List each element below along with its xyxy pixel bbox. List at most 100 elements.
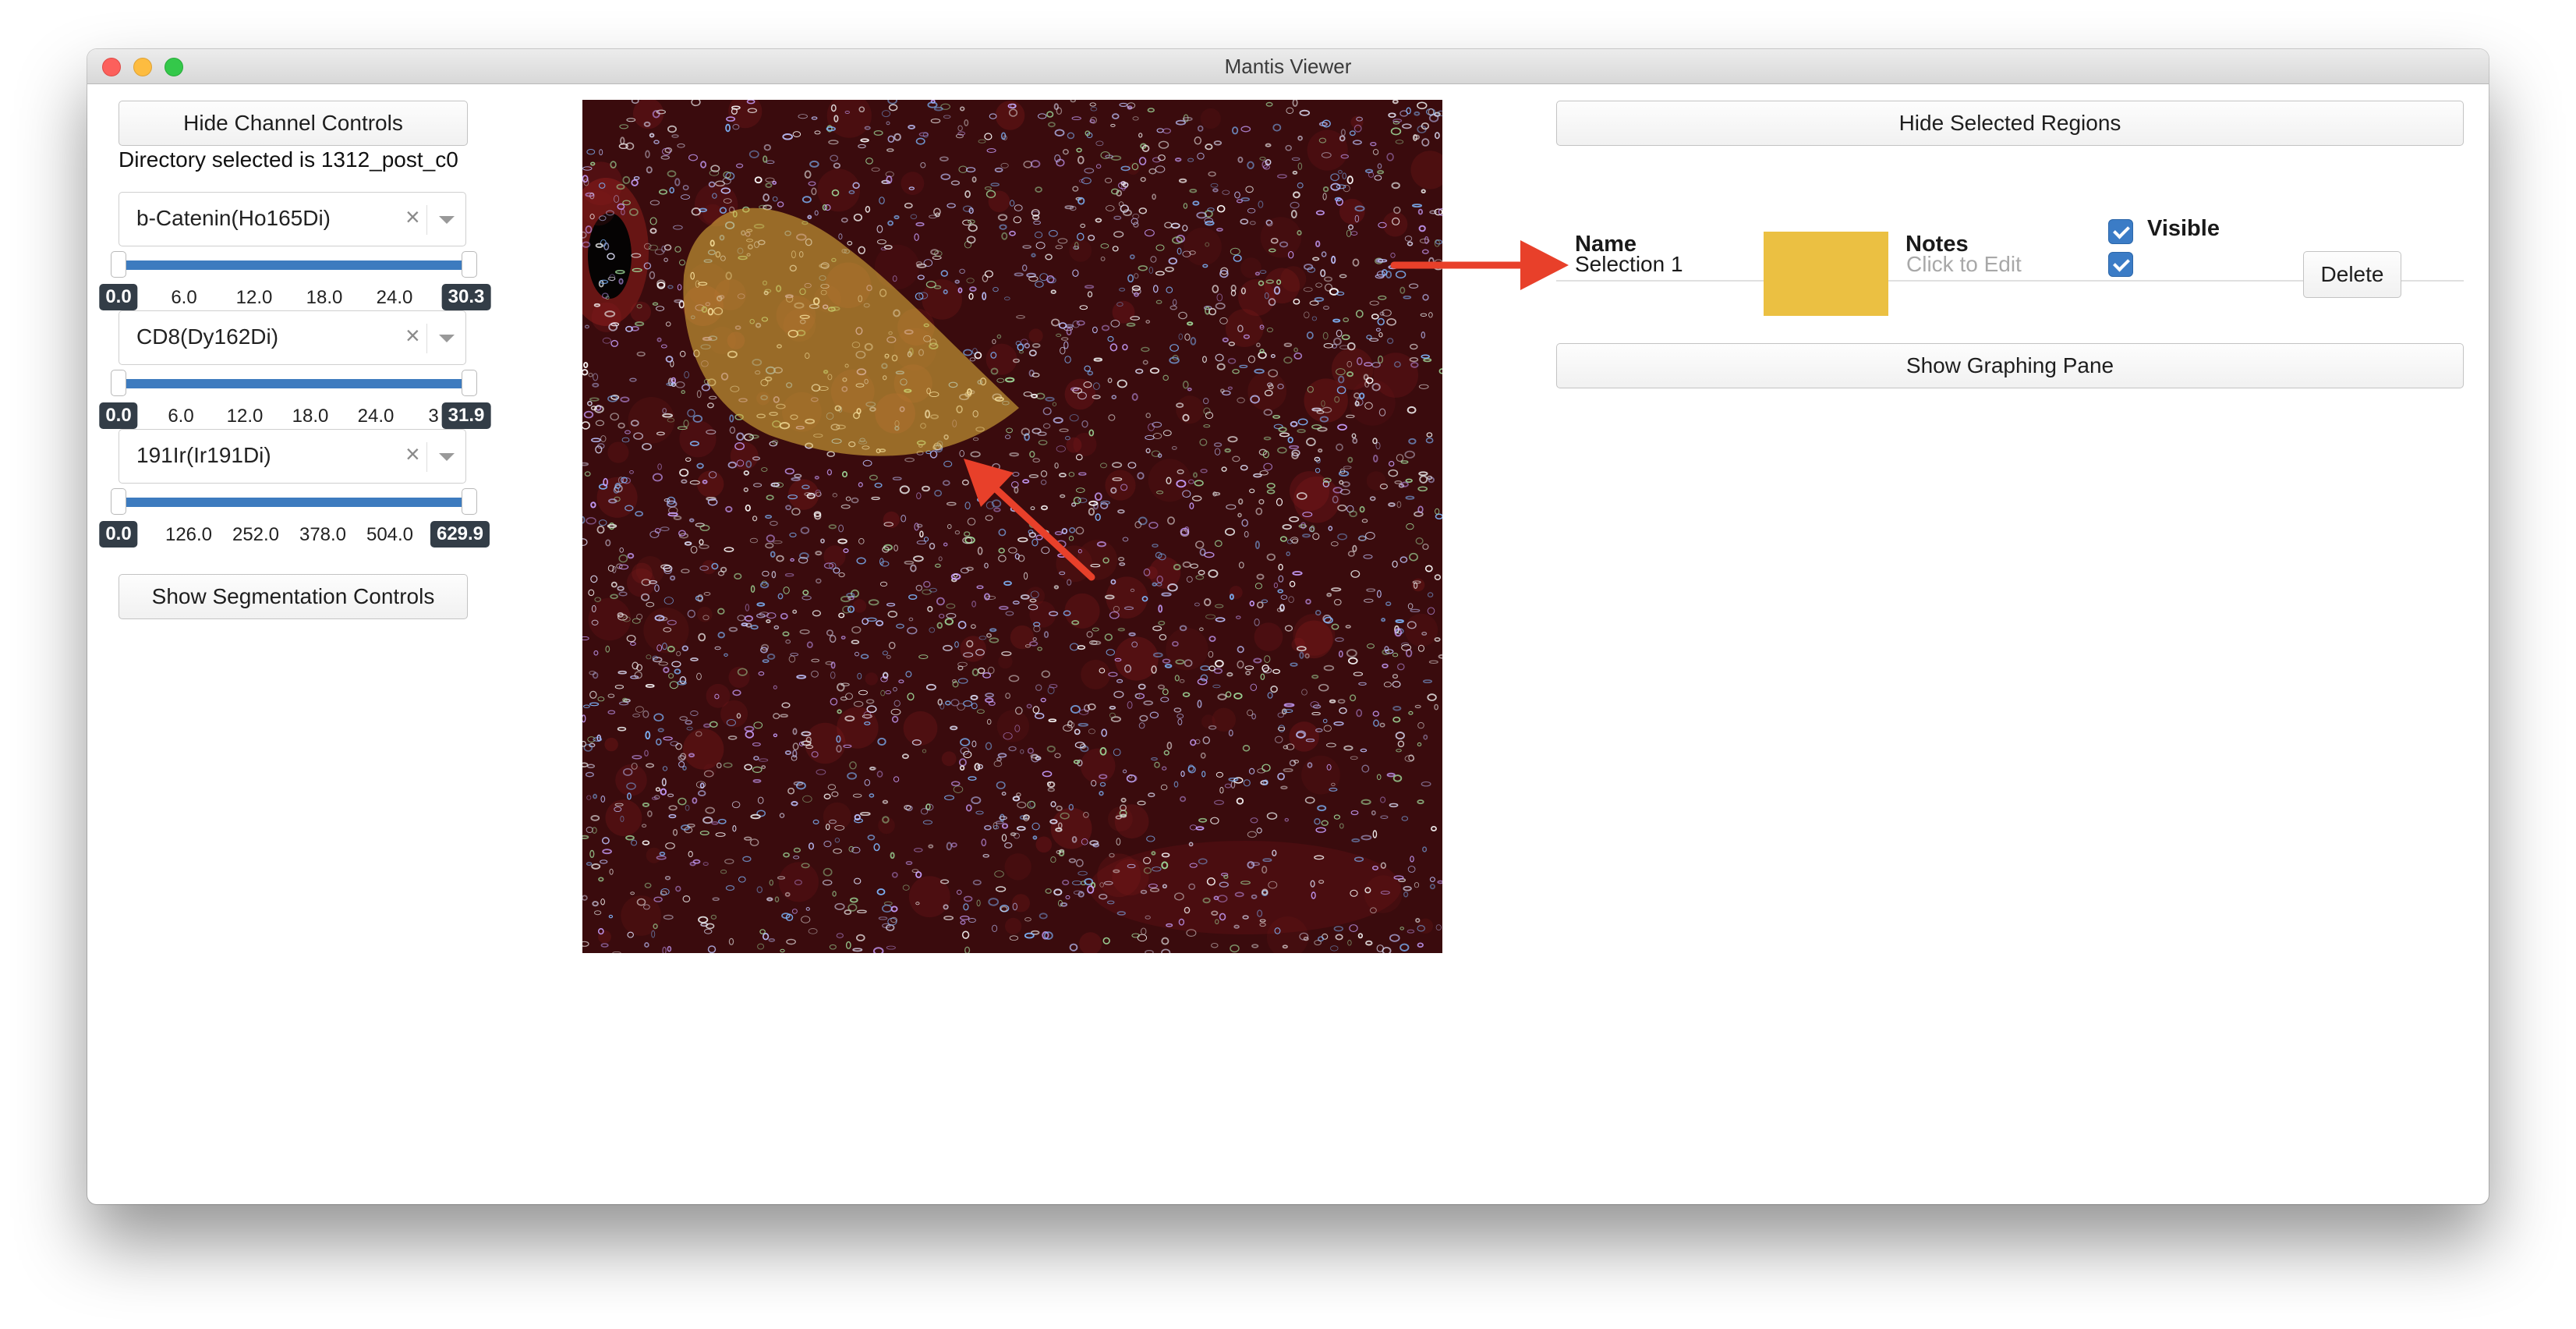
maximize-window-button[interactable]: [165, 58, 183, 76]
tissue-stain-patch: [1264, 268, 1300, 304]
title-bar[interactable]: Mantis Viewer: [87, 49, 2489, 84]
chevron-down-icon[interactable]: [439, 453, 455, 461]
slider-tick-label: 378.0: [299, 524, 347, 545]
tissue-stain-patch: [941, 751, 957, 767]
slider-min-value-badge: 0.0: [99, 521, 138, 548]
close-window-button[interactable]: [102, 58, 121, 76]
hide-selected-regions-button[interactable]: Hide Selected Regions: [1556, 101, 2464, 146]
tissue-stain-patch: [1114, 636, 1159, 681]
tissue-stain-patch: [1247, 371, 1287, 411]
tissue-image[interactable]: [582, 100, 1442, 953]
region-visible-checkbox[interactable]: [2108, 252, 2133, 277]
slider-max-handle[interactable]: [462, 488, 477, 515]
slider-min-handle[interactable]: [111, 251, 126, 278]
slider-range[interactable]: [122, 498, 466, 507]
slider-max-value-badge: 31.9: [441, 402, 491, 429]
region-color-swatch[interactable]: [1764, 232, 1888, 316]
select-separator: [426, 205, 427, 235]
tissue-stain-patch: [1035, 836, 1053, 853]
region-name[interactable]: Selection 1: [1575, 252, 1683, 277]
tissue-stain-patch: [903, 711, 938, 746]
show-segmentation-controls-button[interactable]: Show Segmentation Controls: [119, 574, 468, 619]
tissue-stain-patch: [1004, 853, 1031, 881]
clear-icon[interactable]: ×: [405, 440, 420, 469]
slider-tick-label: 24.0: [357, 406, 395, 427]
region-notes-field[interactable]: Click to Edit: [1906, 252, 2022, 277]
tissue-stain-patch: [706, 683, 731, 708]
tissue-stain-patch: [908, 876, 950, 918]
slider-max-value-badge: 629.9: [430, 521, 490, 548]
tissue-stain-patch: [1145, 566, 1158, 579]
slider-tick-label: 12.0: [226, 406, 264, 427]
tissue-stain-patch: [1056, 545, 1093, 583]
visible-all-checkbox[interactable]: [2108, 219, 2133, 244]
tissue-stain-patch: [646, 847, 662, 863]
tissue-stain-patch: [1069, 239, 1092, 262]
slider-min-handle[interactable]: [111, 488, 126, 515]
slider-min-value-badge: 0.0: [99, 402, 138, 429]
tissue-stain-patch: [588, 597, 632, 641]
channel-range-slider-1[interactable]: 0.0 6.0 12.0 18.0 24.0 30.3: [99, 246, 491, 317]
tissue-stain-patch: [615, 764, 647, 796]
slider-min-value-badge: 0.0: [99, 284, 138, 310]
slider-tick-label: 24.0: [376, 287, 413, 308]
tissue-stain-patch: [1081, 659, 1111, 689]
slider-tick-label: 252.0: [232, 524, 280, 545]
slider-min-handle[interactable]: [111, 370, 126, 396]
tissue-stain-patch: [1080, 748, 1116, 784]
tissue-stain-patch: [1405, 613, 1438, 647]
minimize-window-button[interactable]: [133, 58, 152, 76]
tissue-vessel: [588, 213, 632, 299]
tissue-stain-patch: [607, 441, 629, 463]
tissue-stain-patch: [1005, 917, 1022, 934]
slider-max-handle[interactable]: [462, 251, 477, 278]
channel-select-2[interactable]: CD8(Dy162Di) ×: [119, 310, 466, 365]
slider-tick-label: 12.0: [235, 287, 273, 308]
channel-range-slider-2[interactable]: 0.0 6.0 12.0 18.0 24.0 3 31.9: [99, 365, 491, 435]
tissue-stain-patch: [1254, 622, 1283, 651]
slider-tick-label: 126.0: [165, 524, 213, 545]
clear-icon[interactable]: ×: [405, 203, 420, 232]
channel-select-value: 191Ir(Ir191Di): [136, 443, 271, 467]
slider-max-value-badge: 30.3: [441, 284, 491, 310]
tissue-stain-patch: [697, 470, 724, 498]
channel-select-1[interactable]: b-Catenin(Ho165Di) ×: [119, 192, 466, 246]
slider-max-handle[interactable]: [462, 370, 477, 396]
chevron-down-icon[interactable]: [439, 216, 455, 224]
tissue-stain-patch: [604, 737, 618, 752]
tissue-stain-patch: [996, 710, 1030, 742]
chevron-down-icon[interactable]: [439, 335, 455, 342]
tissue-stain-patch: [1229, 586, 1243, 600]
column-header-visible: Visible: [2147, 216, 2220, 241]
clear-icon[interactable]: ×: [405, 321, 420, 350]
tissue-stain-patch: [626, 568, 656, 597]
slider-range[interactable]: [122, 379, 466, 388]
slider-range[interactable]: [122, 260, 466, 270]
delete-region-button[interactable]: Delete: [2303, 251, 2401, 298]
tissue-stain-patch: [988, 190, 1010, 213]
tissue-stain-patch: [852, 599, 867, 613]
hide-channel-controls-button[interactable]: Hide Channel Controls: [119, 101, 468, 146]
channel-range-slider-3[interactable]: 0.0 126.0 252.0 378.0 504.0 629.9: [99, 484, 490, 554]
show-graphing-pane-button[interactable]: Show Graphing Pane: [1556, 343, 2464, 388]
tissue-stain-patch: [1339, 198, 1365, 225]
channel-select-value: CD8(Dy162Di): [136, 324, 279, 349]
tissue-stain-patch: [598, 930, 611, 944]
channel-select-3[interactable]: 191Ir(Ir191Di) ×: [119, 429, 466, 484]
tissue-stain-patch: [1366, 471, 1386, 491]
tissue-stain-patch: [1114, 804, 1149, 839]
tissue-stain-patch: [1290, 471, 1329, 512]
tissue-image-view[interactable]: [582, 100, 1442, 953]
select-separator: [426, 324, 427, 353]
slider-tick-label: 6.0: [171, 287, 197, 308]
tissue-stain-patch: [998, 654, 1013, 669]
tissue-stain-patch: [865, 672, 878, 686]
tissue-stain-patch: [1064, 593, 1100, 629]
slider-tick-label: 3: [428, 406, 439, 427]
tissue-stain-patch: [1373, 353, 1418, 398]
select-separator: [426, 442, 427, 472]
slider-tick-label: 6.0: [168, 406, 194, 427]
slider-tick-label: 18.0: [292, 406, 329, 427]
tissue-stain-patch: [1105, 470, 1136, 501]
tissue-stain-patch: [823, 802, 851, 831]
